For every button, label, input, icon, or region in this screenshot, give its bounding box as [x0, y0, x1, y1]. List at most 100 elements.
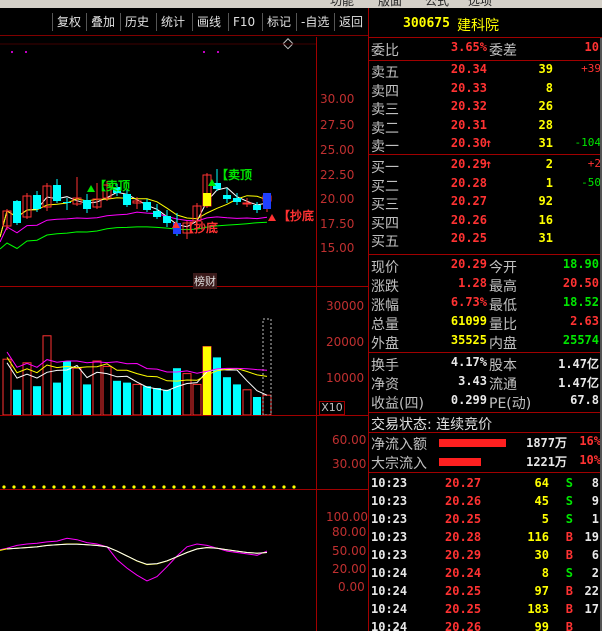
- panel-divider-ind1: [0, 489, 368, 490]
- back-button[interactable]: 返回: [334, 13, 367, 31]
- ask-label: 卖五: [371, 65, 399, 81]
- ask-label: 卖二: [371, 120, 399, 137]
- sell-top-signal: 【卖顶: [216, 168, 253, 182]
- stat-label: 股本: [489, 358, 517, 374]
- bid-label: 买一: [371, 160, 399, 176]
- f10-button[interactable]: F10: [228, 13, 259, 31]
- candle-body: [163, 216, 171, 223]
- tick-side: S: [565, 476, 573, 490]
- tick-count: 1: [591, 512, 599, 526]
- bid-row[interactable]: 买五 20.25 31: [369, 231, 602, 250]
- price-tick: 25.00: [320, 143, 355, 157]
- volume-bar: [123, 382, 131, 415]
- stat-value: 20.29: [450, 257, 487, 271]
- stat-label: 最低: [489, 298, 517, 314]
- bid-row[interactable]: 买二 20.28 1 -50: [369, 175, 602, 195]
- order-diff-label: 委差: [489, 43, 517, 59]
- indicator-line: [6, 543, 268, 565]
- menu-item-options[interactable]: 选项: [468, 0, 492, 8]
- restore-rights-button[interactable]: 复权: [52, 13, 85, 31]
- price-tick: 27.50: [320, 118, 355, 132]
- ind2-tick: 0.00: [338, 580, 365, 594]
- stat-row: 涨跌 1.28 最高 20.50: [369, 276, 602, 295]
- buy-bottom-signal: 【抄底: [182, 221, 219, 235]
- ind2-tick: 80.00: [332, 525, 367, 539]
- bid-row[interactable]: 买四 20.26 16: [369, 212, 602, 232]
- history-button[interactable]: 历史: [120, 13, 153, 31]
- draw-line-button[interactable]: 画线: [192, 13, 225, 31]
- bid-row[interactable]: 买一 20.29 ↑ 2 +2: [369, 157, 602, 176]
- ind2-tick: 50.00: [332, 544, 367, 558]
- tick-row: 10:24 20.24 8 S 2: [369, 565, 602, 583]
- ask-price: 20.33: [450, 80, 487, 95]
- ask-volume: 26: [538, 99, 553, 113]
- ma-line: [0, 221, 268, 250]
- stat-value: 1.47亿: [558, 357, 599, 371]
- menu-item-layout[interactable]: 版面: [378, 0, 402, 8]
- ind1-tick: 30.00: [332, 457, 367, 471]
- overlay-button[interactable]: 叠加: [86, 13, 119, 31]
- tick-row: 10:24 20.25 97 B 22: [369, 583, 602, 601]
- tick-side: S: [565, 566, 573, 580]
- ask-volume: 28: [538, 117, 553, 132]
- stat-label: PE(动): [489, 396, 532, 412]
- stat-label: 量比: [489, 317, 517, 333]
- tick-time: 10:24: [371, 602, 408, 616]
- price-tick: 20.00: [320, 192, 355, 206]
- bid-row[interactable]: 买三 20.27 92: [369, 194, 602, 213]
- ask-row[interactable]: 卖二 20.31 28: [369, 117, 602, 137]
- candle-body: [223, 195, 231, 199]
- tick-row: 10:23 20.27 64 S 8: [369, 475, 602, 493]
- bid-volume: 1: [545, 175, 553, 190]
- ask-label: 卖一: [371, 139, 399, 155]
- stock-code: 300675: [403, 16, 450, 31]
- tick-price: 20.24: [445, 566, 482, 580]
- ask-row[interactable]: 卖三 20.32 26: [369, 99, 602, 118]
- menu-item-function[interactable]: 功能: [330, 0, 354, 8]
- tick-side: B: [565, 530, 573, 544]
- stat-value: 61099: [450, 314, 487, 328]
- stat-label: 现价: [371, 260, 399, 276]
- bid-change: -50: [581, 175, 601, 189]
- stat-value: 6.73%: [450, 295, 487, 309]
- tick-volume: 183: [527, 602, 549, 616]
- candle-body: [143, 202, 151, 210]
- volume-bar: [113, 380, 121, 415]
- stock-header: 300675 建科院: [369, 8, 602, 38]
- volume-bar: [22, 362, 32, 416]
- chart-area[interactable]: 30.00 27.50 25.00 22.50 20.00 17.50 15.0…: [0, 37, 368, 631]
- flow-row: 大宗流入 1221万 10%: [369, 453, 602, 472]
- ask-volume: 39: [538, 62, 553, 76]
- ask-row[interactable]: 卖四 20.33 8: [369, 80, 602, 100]
- stat-value: 1.47亿: [558, 376, 599, 390]
- volume-bar: [132, 383, 142, 416]
- axis-divider: [316, 37, 317, 631]
- ind2-tick: 20.00: [332, 562, 367, 576]
- bid-price: 20.26: [450, 212, 487, 227]
- volume-tick: 10000: [326, 371, 365, 385]
- bid-volume: 16: [538, 212, 553, 227]
- stat-value: 4.17%: [450, 355, 487, 369]
- flow-label: 净流入额: [371, 437, 427, 453]
- mark-button[interactable]: 标记: [262, 13, 295, 31]
- candle-body: [63, 202, 71, 203]
- flow-percent: 16%: [579, 434, 601, 448]
- chart-canvas[interactable]: [0, 37, 368, 631]
- ask-row[interactable]: 卖五 20.34 39 +39: [369, 62, 602, 81]
- ask-volume: 31: [538, 136, 553, 150]
- menu-item-formula[interactable]: 公式: [425, 0, 449, 8]
- tick-row: 10:23 20.26 45 S 9: [369, 493, 602, 511]
- flow-label: 大宗流入: [371, 456, 427, 472]
- stat-row: 换手 4.17% 股本 1.47亿: [369, 355, 602, 374]
- ask-row[interactable]: 卖一 20.30 ↑ 31 -104: [369, 136, 602, 155]
- stat-row: 涨幅 6.73% 最低 18.52: [369, 295, 602, 314]
- volume-bar: [242, 389, 252, 416]
- tick-count: 9: [591, 494, 599, 508]
- statistics-button[interactable]: 统计: [156, 13, 189, 31]
- volume-bar: [223, 377, 231, 415]
- candle-body: [233, 198, 241, 202]
- flow-row: 净流入额 1877万 16%: [369, 434, 602, 453]
- volume-bar: [33, 386, 41, 415]
- remove-favorite-button[interactable]: -自选: [296, 13, 333, 31]
- volume-bar: [92, 360, 102, 416]
